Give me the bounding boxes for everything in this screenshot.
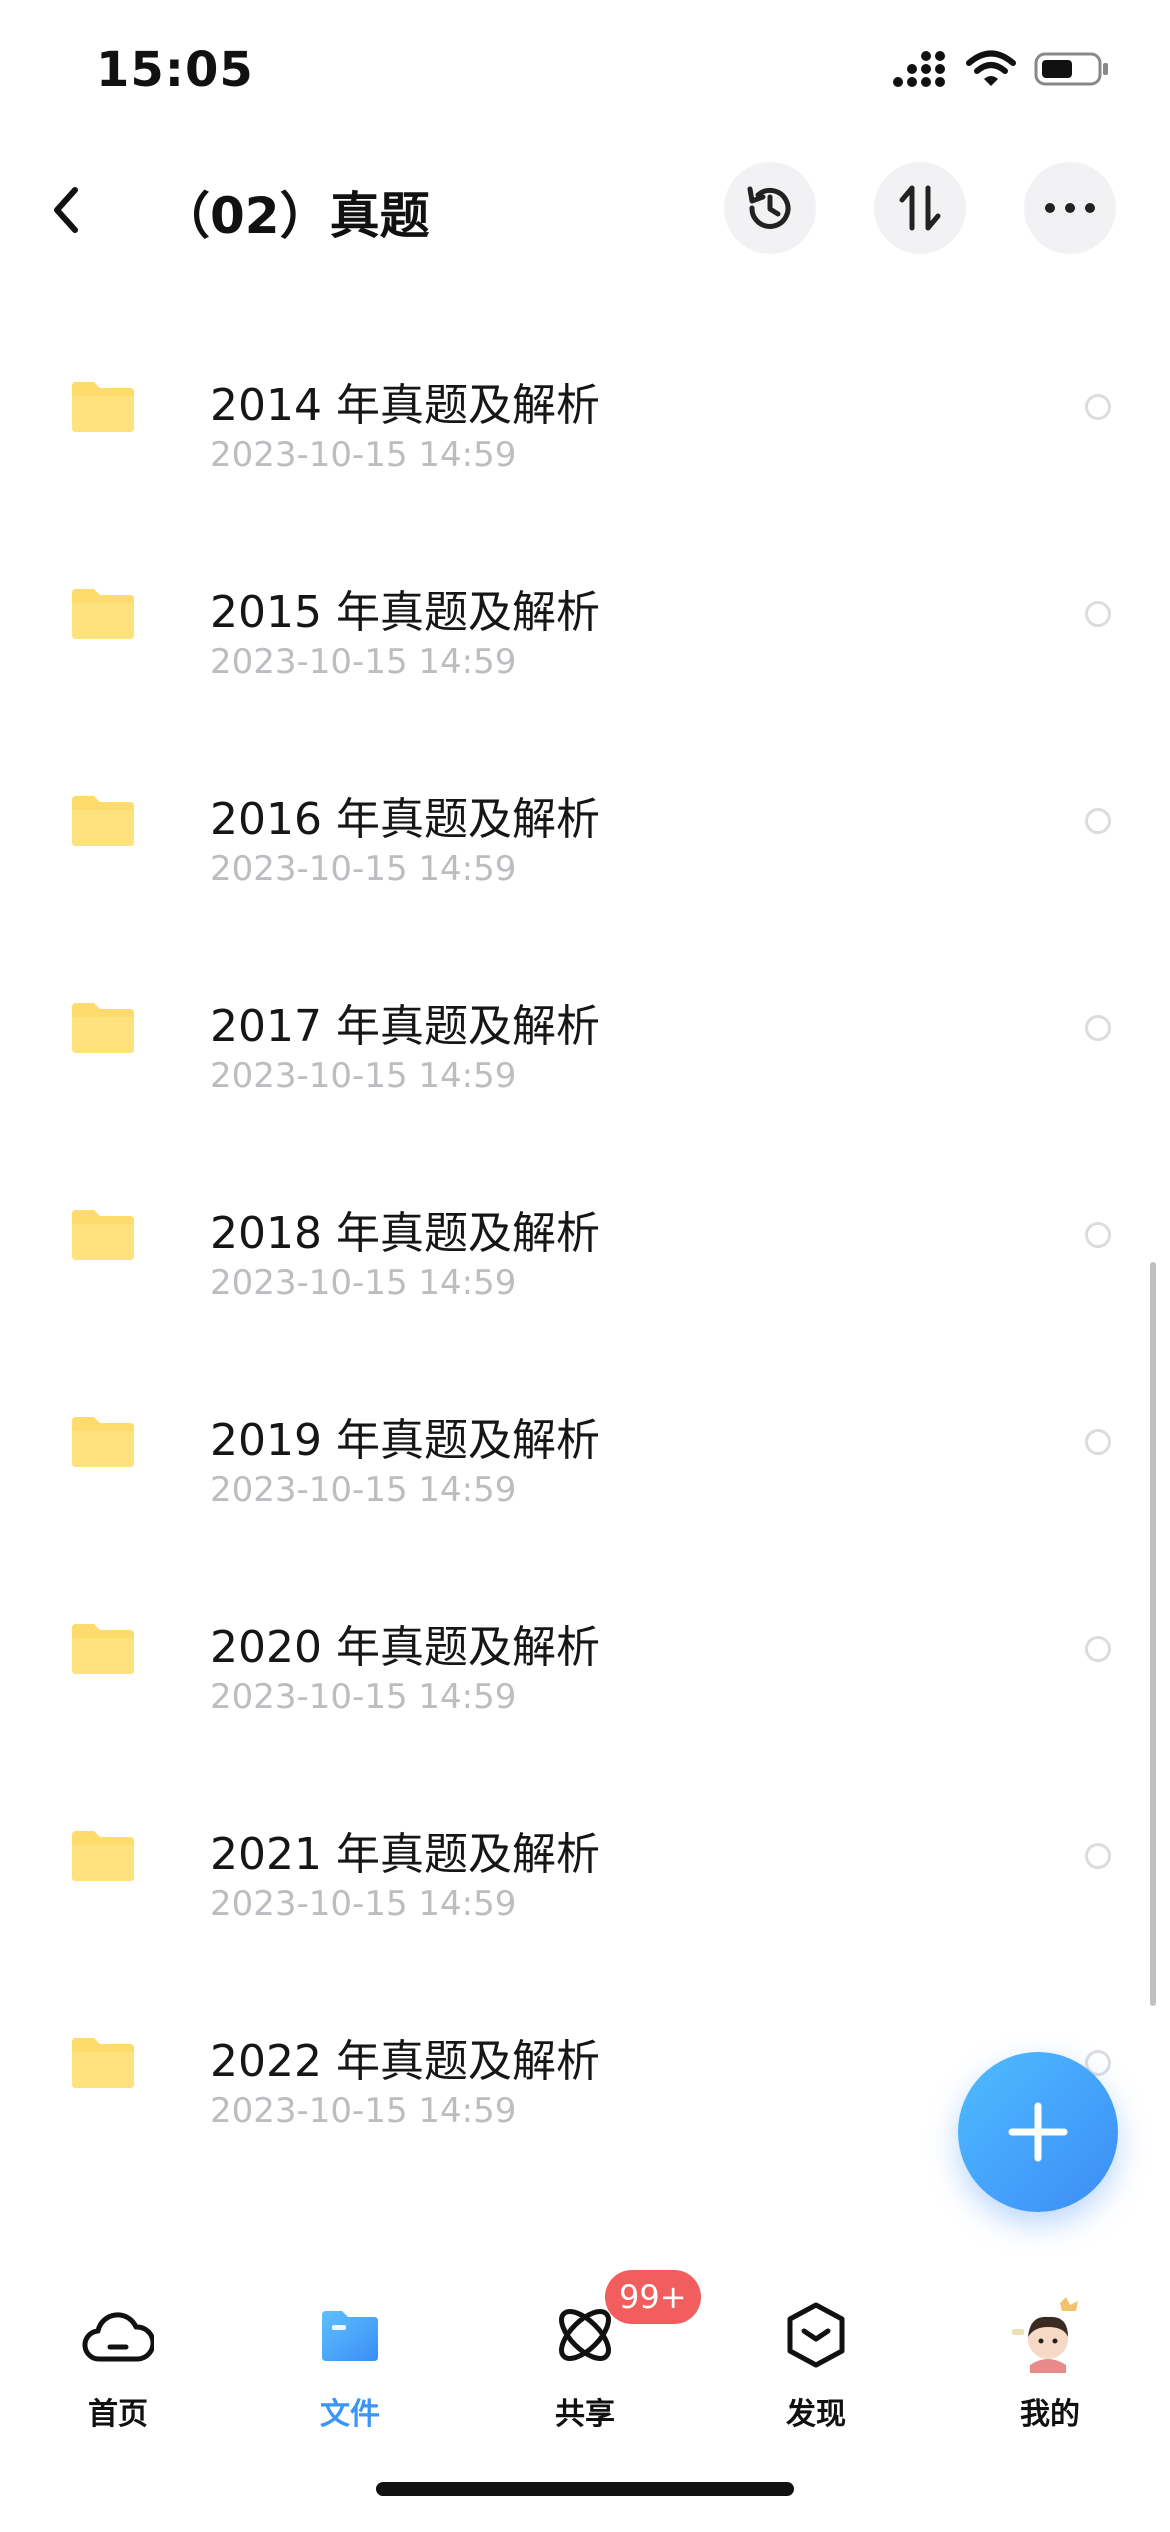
folder-name: 2022 年真题及解析 [210,2036,600,2087]
list-item[interactable]: 2020 年真题及解析 2023-10-15 14:59 [0,1539,1170,1746]
select-radio[interactable] [1085,808,1111,834]
folder-icon [70,1622,136,1676]
chevron-left-icon [54,187,78,233]
select-radio[interactable] [1085,1843,1111,1869]
folder-name: 2019 年真题及解析 [210,1415,600,1466]
notification-badge: 99+ [605,2270,701,2324]
folder-icon [70,794,136,848]
cloud-icon [78,2295,158,2375]
plus-icon [1008,2102,1068,2162]
sort-arrows-icon [899,185,941,231]
nav-label-files: 文件 [320,2397,380,2432]
select-radio[interactable] [1085,394,1111,420]
folder-name: 2021 年真题及解析 [210,1829,600,1880]
folder-icon [310,2295,390,2375]
folder-icon [70,1415,136,1469]
folder-date: 2023-10-15 14:59 [210,1677,517,1717]
folder-icon [70,1208,136,1262]
select-radio[interactable] [1085,1222,1111,1248]
list-item[interactable]: 2014 年真题及解析 2023-10-15 14:59 [0,297,1170,504]
scrollbar[interactable] [1150,1262,1156,2006]
more-button[interactable] [1024,162,1116,254]
folder-date: 2023-10-15 14:59 [210,1470,517,1510]
list-item[interactable]: 2021 年真题及解析 2023-10-15 14:59 [0,1746,1170,1953]
nav-item-files[interactable]: 文件 [280,2295,420,2445]
cube-icon [776,2295,856,2375]
folder-date: 2023-10-15 14:59 [210,2091,517,2131]
page-title: （02）真题 [160,187,430,245]
history-button[interactable] [724,162,816,254]
nav-label-discover: 发现 [786,2397,846,2432]
folder-date: 2023-10-15 14:59 [210,849,517,889]
list-item[interactable]: 2015 年真题及解析 2023-10-15 14:59 [0,504,1170,711]
nav-item-discover[interactable]: 发现 [746,2295,886,2445]
folder-name: 2018 年真题及解析 [210,1208,600,1259]
list-item[interactable]: 2019 年真题及解析 2023-10-15 14:59 [0,1332,1170,1539]
list-item[interactable]: 2017 年真题及解析 2023-10-15 14:59 [0,918,1170,1125]
status-time: 15:05 [96,42,254,98]
nav-item-me[interactable]: 我的 [980,2295,1120,2445]
nav-item-home[interactable]: 首页 [48,2295,188,2445]
nav-label-home: 首页 [88,2397,148,2432]
select-radio[interactable] [1085,1429,1111,1455]
battery-icon [1034,52,1108,86]
sort-button[interactable] [874,162,966,254]
folder-date: 2023-10-15 14:59 [210,1263,517,1303]
select-radio[interactable] [1085,1015,1111,1041]
nav-label-me: 我的 [1020,2397,1080,2432]
more-dots-icon [1045,203,1095,213]
cellular-signal-icon [893,51,945,87]
folder-date: 2023-10-15 14:59 [210,1884,517,1924]
avatar [1010,2295,1090,2375]
wifi-icon [966,50,1016,86]
folder-date: 2023-10-15 14:59 [210,1056,517,1096]
folder-name: 2016 年真题及解析 [210,794,600,845]
file-list: 2013 年真题及解析2023-10-15 14:592014 年真题及解析20… [0,90,1170,2160]
add-button[interactable] [958,2052,1118,2212]
status-bar: 15:05 [0,0,1170,140]
folder-date: 2023-10-15 14:59 [210,435,517,475]
select-radio[interactable] [1085,601,1111,627]
history-icon [747,186,791,229]
folder-icon [70,1001,136,1055]
folder-name: 2014 年真题及解析 [210,380,600,431]
folder-name: 2020 年真题及解析 [210,1622,600,1673]
folder-name: 2017 年真题及解析 [210,1001,600,1052]
home-indicator [376,2482,794,2496]
back-button[interactable] [36,180,96,240]
select-radio[interactable] [1085,1636,1111,1662]
list-item[interactable]: 2016 年真题及解析 2023-10-15 14:59 [0,711,1170,918]
folder-icon [70,380,136,434]
list-item[interactable]: 2018 年真题及解析 2023-10-15 14:59 [0,1125,1170,1332]
folder-name: 2015 年真题及解析 [210,587,600,638]
nav-label-share: 共享 [555,2397,615,2432]
folder-icon [70,2036,136,2090]
folder-date: 2023-10-15 14:59 [210,642,517,682]
folder-icon [70,1829,136,1883]
status-icons [892,50,1110,88]
header: （02）真题 [0,140,1170,280]
folder-icon [70,587,136,641]
